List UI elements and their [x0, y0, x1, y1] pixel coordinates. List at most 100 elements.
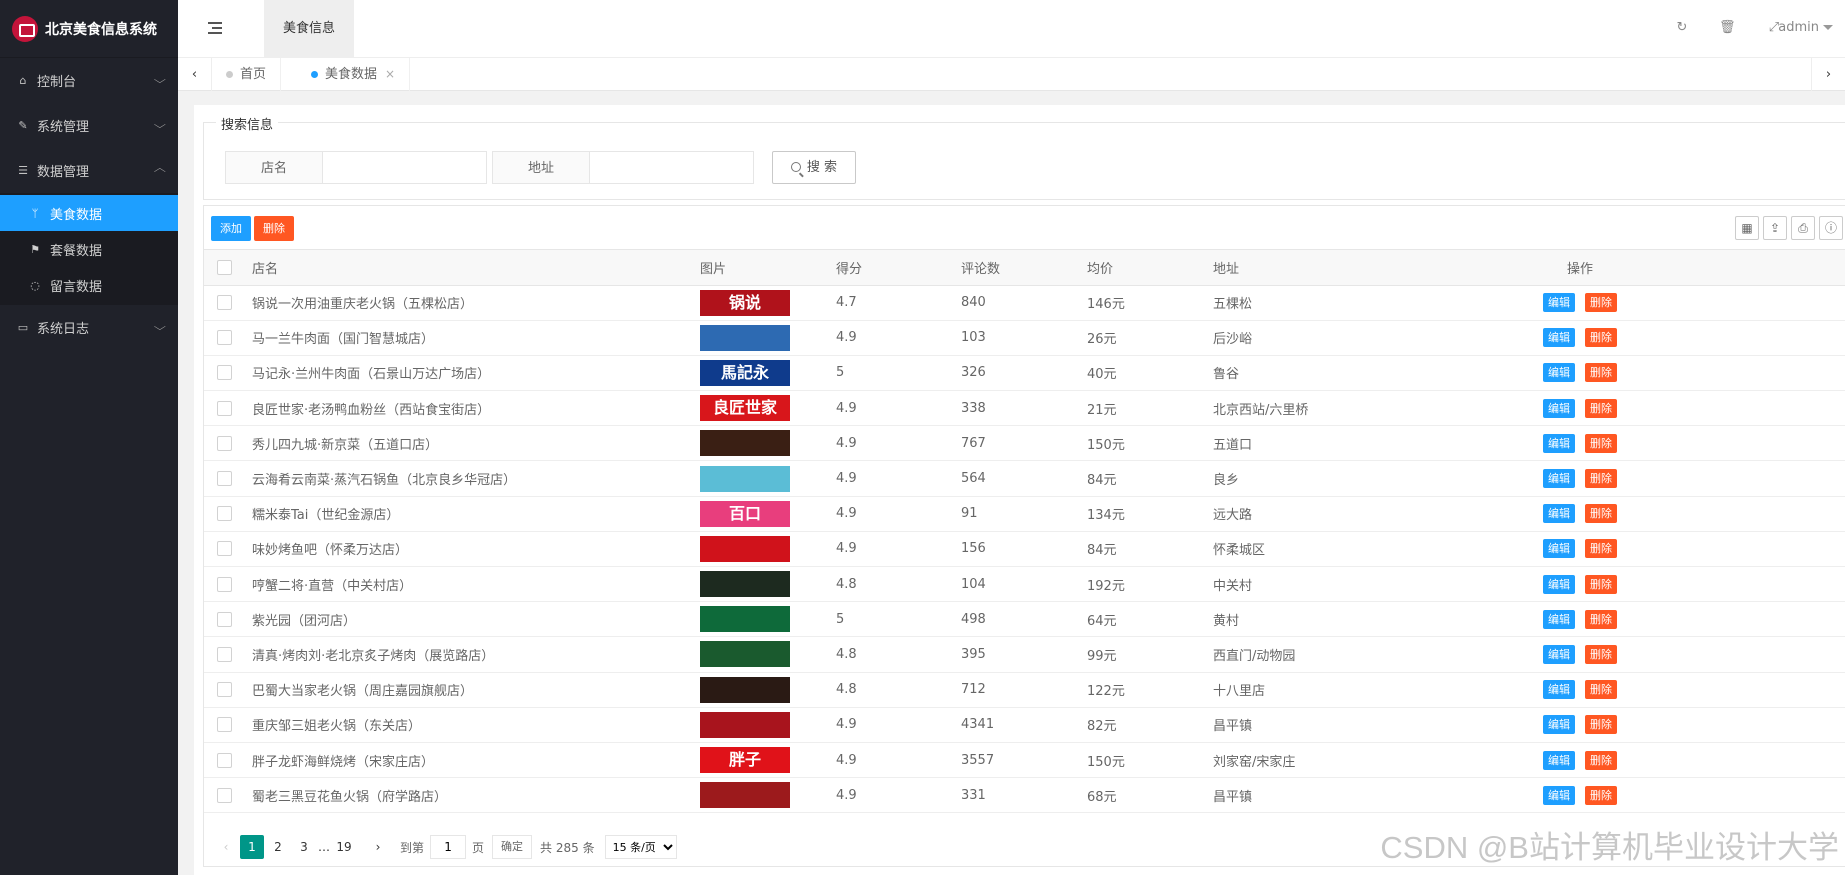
prev-page-icon[interactable]: ‹	[214, 835, 238, 859]
page-button[interactable]: 2	[266, 835, 290, 859]
row-checkbox[interactable]	[217, 646, 232, 662]
delete-button[interactable]: 删除	[1585, 539, 1617, 559]
row-checkbox[interactable]	[217, 365, 232, 381]
delete-button[interactable]: 删除	[1585, 609, 1617, 629]
edit-button[interactable]: 编辑	[1543, 715, 1575, 735]
user-menu[interactable]: admin	[1778, 20, 1833, 35]
tab-scroll-left-icon[interactable]: ‹	[178, 58, 212, 91]
edit-button[interactable]: 编辑	[1543, 398, 1575, 418]
row-checkbox[interactable]	[217, 506, 232, 522]
row-checkbox[interactable]	[217, 717, 232, 733]
delete-button[interactable]: 删除	[1585, 644, 1617, 664]
menu-fold-icon[interactable]	[208, 19, 226, 37]
sidebar-item-dashboard[interactable]: ⌂ 控制台 ⌵	[0, 58, 178, 103]
page-button[interactable]: 1	[240, 835, 264, 859]
app-logo[interactable]: 北京美食信息系统	[0, 0, 178, 58]
row-checkbox[interactable]	[217, 400, 232, 416]
cell-actions: 编辑 删除	[1533, 425, 1627, 462]
delete-button[interactable]: 删除	[1585, 433, 1617, 453]
delete-button[interactable]: 删除	[1585, 398, 1617, 418]
sidebar-item-system-log[interactable]: ▭ 系统日志 ⌵	[0, 305, 178, 350]
columns-filter-icon[interactable]: ▦	[1735, 216, 1759, 240]
close-icon[interactable]: ×	[385, 67, 395, 81]
row-checkbox[interactable]	[217, 787, 232, 803]
row-checkbox[interactable]	[217, 752, 232, 768]
row-checkbox[interactable]	[217, 682, 232, 698]
edit-button[interactable]: 编辑	[1543, 539, 1575, 559]
sidebar-item-system-management[interactable]: ✎ 系统管理 ⌵	[0, 103, 178, 148]
refresh-icon[interactable]: ↻	[1674, 20, 1690, 36]
delete-button[interactable]: 删除	[1585, 363, 1617, 383]
tab-home[interactable]: 首页	[212, 58, 282, 91]
row-checkbox-cell	[204, 707, 244, 743]
goto-confirm-button[interactable]: 确定	[492, 835, 533, 859]
column-header-address[interactable]: 地址	[1213, 250, 1533, 286]
edit-button[interactable]: 编辑	[1543, 750, 1575, 770]
page-button[interactable]: 3	[292, 835, 316, 859]
delete-button[interactable]: 删除	[1585, 469, 1617, 489]
header-tab-food-info[interactable]: 美食信息	[264, 0, 354, 58]
delete-button[interactable]: 删除	[1585, 680, 1617, 700]
edit-button[interactable]: 编辑	[1543, 574, 1575, 594]
column-header-name[interactable]: 店名	[244, 250, 700, 286]
column-header-score[interactable]: 得分	[836, 250, 961, 286]
trash-icon[interactable]: 🗑	[1719, 20, 1736, 36]
delete-button[interactable]: 删除	[1585, 504, 1617, 524]
row-checkbox[interactable]	[217, 541, 232, 557]
edit-button[interactable]: 编辑	[1543, 785, 1575, 805]
delete-button[interactable]: 删除	[1585, 715, 1617, 735]
edit-button[interactable]: 编辑	[1543, 363, 1575, 383]
goto-page-input[interactable]	[430, 835, 467, 859]
select-all-checkbox[interactable]	[217, 259, 232, 275]
page-button[interactable]: 19	[332, 835, 356, 859]
edit-button[interactable]: 编辑	[1543, 328, 1575, 348]
delete-button[interactable]: 删除	[1585, 293, 1617, 313]
edit-button[interactable]: 编辑	[1543, 433, 1575, 453]
info-icon[interactable]: ⓘ	[1819, 216, 1843, 240]
sidebar-item-data-management[interactable]: ☰ 数据管理 ⌵	[0, 148, 178, 193]
row-checkbox[interactable]	[217, 435, 232, 451]
cell-score: 4.9	[836, 496, 961, 532]
cell-actions: 编辑 删除	[1533, 531, 1627, 568]
export-icon[interactable]: ⇪	[1763, 216, 1787, 240]
delete-button[interactable]: 删除	[1585, 750, 1617, 770]
edit-button[interactable]: 编辑	[1543, 680, 1575, 700]
main-content: 搜索信息 店名 地址 搜 索 添加 删除 ▦ ⇪ ⎙ ⓘ 店名 图片 得分 评论…	[194, 105, 1845, 875]
food-icon: ᛘ	[31, 206, 39, 220]
search-button[interactable]: 搜 索	[772, 151, 856, 184]
delete-button[interactable]: 删除	[1585, 574, 1617, 594]
row-checkbox[interactable]	[217, 330, 232, 346]
row-checkbox[interactable]	[217, 576, 232, 592]
tab-scroll-right-icon[interactable]: ›	[1811, 58, 1845, 91]
batch-delete-button[interactable]: 删除	[254, 216, 294, 241]
next-page-icon[interactable]: ›	[366, 835, 390, 859]
sidebar-subitem-food-data[interactable]: ᛘ 美食数据	[0, 195, 178, 231]
column-header-image[interactable]: 图片	[700, 250, 836, 286]
sidebar-subitem-message-data[interactable]: ◌ 留言数据	[0, 267, 178, 303]
row-checkbox[interactable]	[217, 295, 232, 311]
delete-button[interactable]: 删除	[1585, 785, 1617, 805]
cell-image	[700, 566, 836, 603]
edit-button[interactable]: 编辑	[1543, 644, 1575, 664]
cell-score: 4.9	[836, 425, 961, 462]
row-checkbox[interactable]	[217, 471, 232, 487]
print-icon[interactable]: ⎙	[1791, 216, 1815, 240]
sidebar-subitem-package-data[interactable]: ⚑ 套餐数据	[0, 231, 178, 267]
column-header-comments[interactable]: 评论数	[961, 250, 1087, 286]
page-size-select[interactable]: 15 条/页	[604, 835, 677, 859]
name-search-input[interactable]	[323, 151, 487, 184]
address-search-input[interactable]	[590, 151, 754, 184]
edit-button[interactable]: 编辑	[1543, 469, 1575, 489]
cell-score: 4.9	[836, 390, 961, 427]
delete-button[interactable]: 删除	[1585, 328, 1617, 348]
row-checkbox-cell	[204, 496, 244, 532]
row-checkbox[interactable]	[217, 611, 232, 627]
edit-button[interactable]: 编辑	[1543, 504, 1575, 524]
edit-button[interactable]: 编辑	[1543, 609, 1575, 629]
column-header-price[interactable]: 均价	[1087, 250, 1213, 286]
table-row: 清真·烤肉刘·老北京炙子烤肉（展览路店） 4.8 395 99元 西直门/动物园 编辑 删除	[204, 636, 1845, 673]
add-button[interactable]: 添加	[211, 216, 251, 241]
goto-label: 到第	[400, 840, 425, 855]
tab-food-data[interactable]: 美食数据 ×	[297, 58, 411, 91]
edit-button[interactable]: 编辑	[1543, 293, 1575, 313]
